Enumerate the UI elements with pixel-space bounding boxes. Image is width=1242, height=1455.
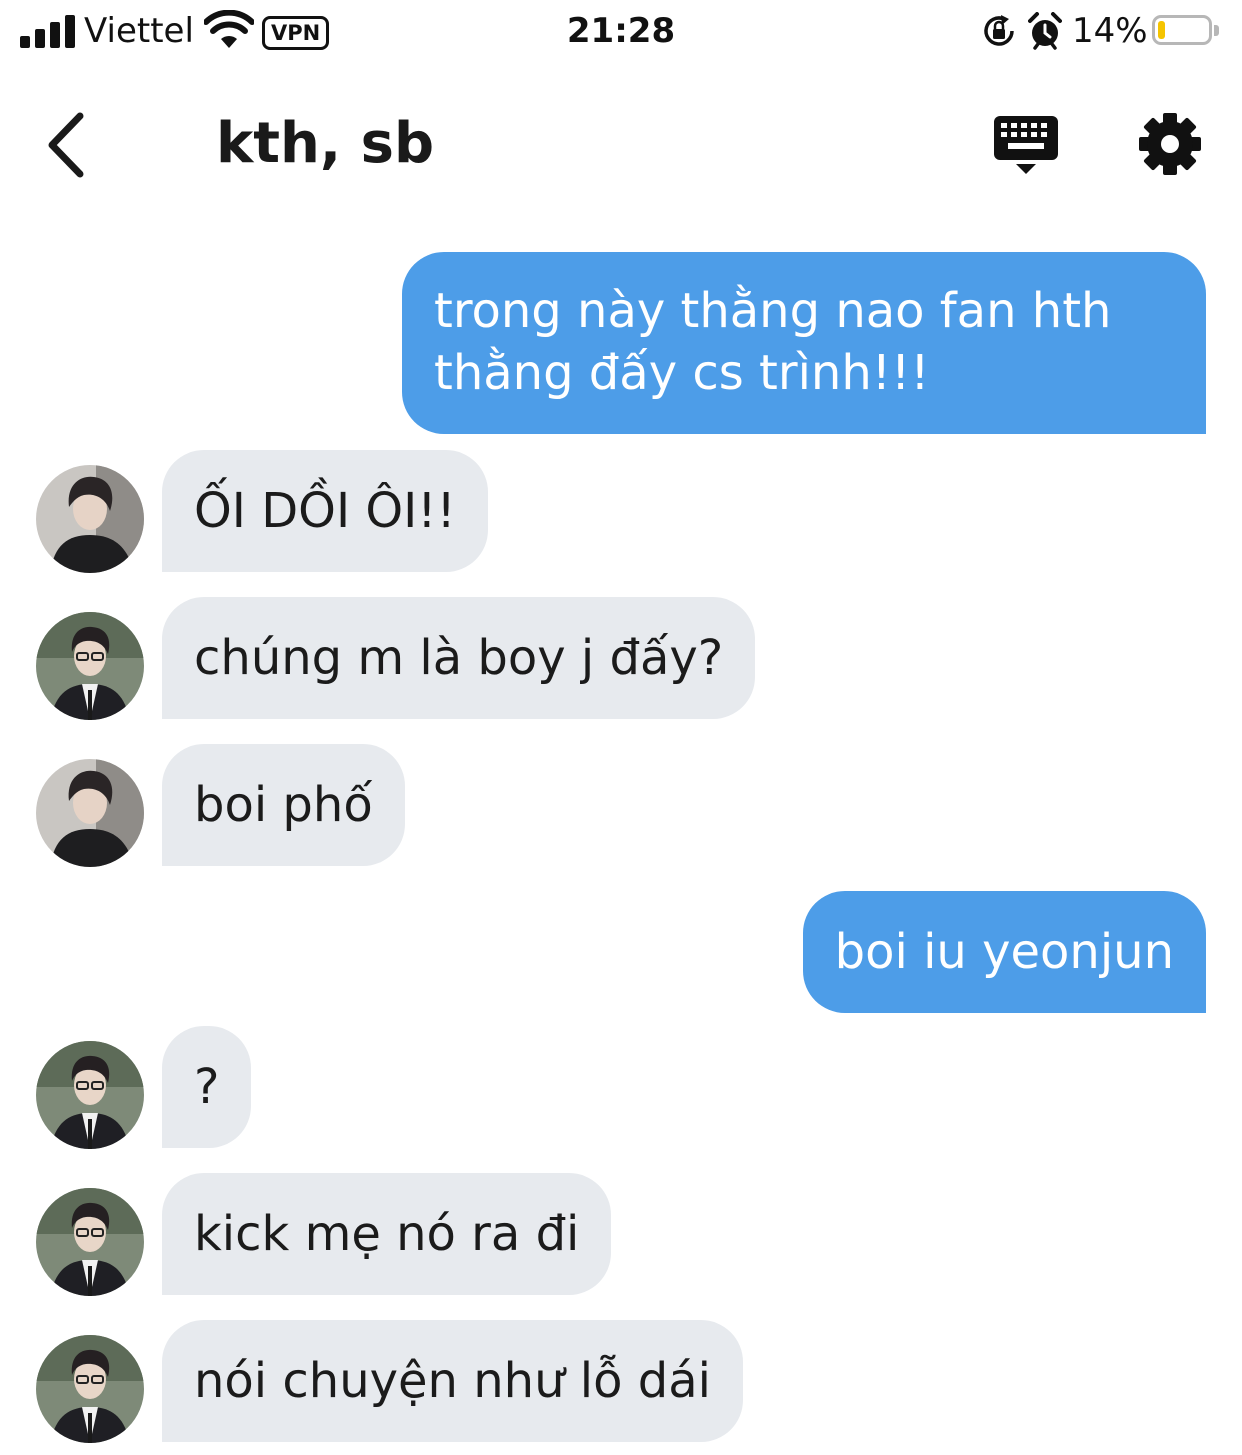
rotation-lock-icon <box>984 15 1014 46</box>
avatar[interactable] <box>36 1041 144 1149</box>
avatar[interactable] <box>36 465 144 573</box>
incoming-message-bubble[interactable]: kick mẹ nó ra đi <box>162 1173 612 1295</box>
outgoing-message-bubble[interactable]: trong này thằng nao fan hth thằng đấy cs… <box>402 252 1206 434</box>
battery-percentage: 14% <box>1072 11 1148 51</box>
chat-title[interactable]: kth, sb <box>216 110 434 178</box>
avatar[interactable] <box>36 1188 144 1296</box>
avatar[interactable] <box>36 612 144 720</box>
incoming-message-bubble[interactable]: chúng m là boy j đấy? <box>162 597 756 719</box>
incoming-message-bubble[interactable]: boi phố <box>162 744 405 866</box>
battery-tip <box>1214 25 1219 36</box>
gear-icon[interactable] <box>1136 110 1204 178</box>
chat-header: kth, sb <box>0 90 1242 200</box>
battery-level <box>1158 21 1165 39</box>
status-bar: Viettel VPN 21:28 14% <box>0 0 1242 66</box>
incoming-message-bubble[interactable]: ỐI DỒI ÔI!! <box>162 450 488 572</box>
incoming-message-bubble[interactable]: ? <box>162 1026 252 1148</box>
incoming-message-bubble[interactable]: nói chuyện như lỗ dái <box>162 1320 743 1442</box>
avatar[interactable] <box>36 759 144 867</box>
message-list[interactable]: trong này thằng nao fan hth thằng đấy cs… <box>0 200 1242 1455</box>
avatar[interactable] <box>36 1335 144 1443</box>
keyboard-icon[interactable] <box>990 112 1062 178</box>
outgoing-message-bubble[interactable]: boi iu yeonjun <box>802 891 1206 1013</box>
message-text-line: trong này thằng nao fan hth <box>434 283 1112 339</box>
message-text-line: thằng đấy cs trình!!! <box>434 345 930 401</box>
alarm-icon <box>1028 12 1062 50</box>
chevron-left-icon[interactable] <box>30 108 100 182</box>
battery-icon <box>1152 15 1212 45</box>
